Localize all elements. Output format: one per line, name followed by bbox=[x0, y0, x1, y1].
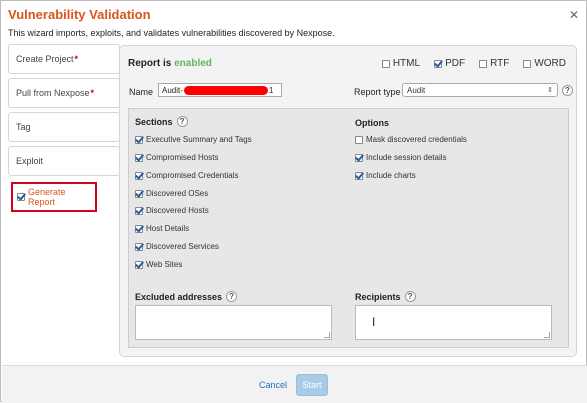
report-status-prefix: Report is bbox=[128, 58, 172, 69]
required-marker: * bbox=[90, 88, 95, 98]
report-settings: Sections ? Executive Summary and Tags Co… bbox=[128, 108, 569, 348]
step-label: Exploit bbox=[16, 156, 44, 166]
section-label: Web Sites bbox=[146, 260, 183, 269]
section-web-sites[interactable]: Web Sites bbox=[135, 260, 182, 269]
checkbox[interactable] bbox=[135, 260, 143, 269]
excluded-addresses-help-icon[interactable]: ? bbox=[226, 291, 238, 302]
format-pdf[interactable]: PDF bbox=[434, 58, 465, 69]
options-title: Options bbox=[355, 118, 389, 128]
format-label: HTML bbox=[392, 58, 421, 69]
format-html-checkbox[interactable] bbox=[381, 59, 390, 68]
cancel-button[interactable]: Cancel bbox=[259, 380, 287, 390]
dialog-title: Vulnerability Validation bbox=[8, 7, 151, 22]
option-label: Include charts bbox=[366, 171, 416, 180]
report-type-label: Report type bbox=[354, 87, 401, 97]
option-mask-credentials[interactable]: Mask discovered credentials bbox=[355, 135, 467, 144]
checkbox[interactable] bbox=[135, 153, 143, 162]
section-label: Executive Summary and Tags bbox=[146, 135, 252, 144]
checkbox[interactable] bbox=[355, 153, 363, 162]
section-discovered-services[interactable]: Discovered Services bbox=[135, 242, 219, 251]
section-label: Compromised Credentials bbox=[146, 171, 239, 180]
step-label: Pull from Nexpose bbox=[16, 88, 90, 98]
text-cursor-icon: I bbox=[372, 315, 376, 329]
close-icon[interactable]: ✕ bbox=[569, 8, 579, 22]
section-compromised-hosts[interactable]: Compromised Hosts bbox=[135, 153, 218, 162]
report-status: Report is enabled bbox=[128, 58, 212, 69]
checkbox[interactable] bbox=[135, 242, 143, 251]
format-word[interactable]: WORD bbox=[523, 58, 566, 69]
report-type-value: Audit bbox=[407, 85, 426, 95]
section-label: Discovered Services bbox=[146, 242, 219, 251]
excluded-addresses-label: Excluded addresses bbox=[135, 291, 223, 302]
step-label: Tag bbox=[16, 122, 31, 132]
excluded-addresses-title: Excluded addresses ? bbox=[135, 291, 238, 302]
format-word-checkbox[interactable] bbox=[523, 59, 532, 68]
checkbox[interactable] bbox=[355, 135, 363, 144]
format-label: RTF bbox=[490, 58, 510, 69]
option-include-charts[interactable]: Include charts bbox=[355, 171, 416, 180]
checkbox[interactable] bbox=[355, 171, 363, 180]
report-status-value: enabled bbox=[174, 58, 212, 69]
name-label: Name bbox=[129, 87, 154, 97]
checkbox[interactable] bbox=[135, 135, 143, 144]
checkbox[interactable] bbox=[135, 206, 143, 215]
name-value-end: 1 bbox=[268, 85, 274, 95]
name-input[interactable]: Audit- 1 bbox=[158, 83, 282, 97]
checkbox[interactable] bbox=[135, 171, 143, 180]
start-button[interactable]: Start bbox=[296, 374, 328, 396]
generate-report-checkbox[interactable] bbox=[17, 193, 25, 201]
section-label: Host Details bbox=[146, 224, 190, 233]
step-generate-report[interactable]: Generate Report bbox=[11, 182, 97, 212]
option-label: Mask discovered credentials bbox=[366, 135, 467, 144]
checkbox[interactable] bbox=[135, 189, 143, 198]
redaction-bar bbox=[183, 85, 268, 95]
dialog-footer: Cancel Start bbox=[2, 365, 587, 403]
format-pdf-checkbox[interactable] bbox=[434, 59, 443, 68]
section-host-details[interactable]: Host Details bbox=[135, 224, 189, 233]
step-label: Generate Report bbox=[28, 187, 66, 207]
excluded-addresses-textarea[interactable] bbox=[135, 305, 332, 340]
report-type-help-icon[interactable]: ? bbox=[562, 85, 573, 96]
step-label: Create Project bbox=[16, 54, 74, 64]
format-options: HTML PDF RTF WORD bbox=[381, 58, 566, 69]
format-label: WORD bbox=[534, 58, 566, 69]
sections-label: Sections bbox=[135, 116, 173, 127]
sections-title: Sections ? bbox=[135, 116, 188, 127]
options-label: Options bbox=[355, 118, 389, 128]
step-exploit[interactable]: Exploit bbox=[8, 146, 120, 176]
report-panel: Report is enabled HTML PDF RTF WORD Name… bbox=[119, 45, 577, 357]
section-discovered-hosts[interactable]: Discovered Hosts bbox=[135, 206, 209, 215]
wizard-steps: Create Project * Pull from Nexpose * Tag E… bbox=[8, 44, 120, 216]
step-create-project[interactable]: Create Project * bbox=[8, 44, 120, 74]
checkbox[interactable] bbox=[135, 224, 143, 233]
option-session-details[interactable]: Include session details bbox=[355, 153, 447, 162]
format-html[interactable]: HTML bbox=[381, 58, 421, 69]
step-pull-from-nexpose[interactable]: Pull from Nexpose * bbox=[8, 78, 120, 108]
format-rtf[interactable]: RTF bbox=[479, 58, 509, 69]
section-label: Discovered Hosts bbox=[146, 206, 209, 215]
format-label: PDF bbox=[445, 58, 466, 69]
format-rtf-checkbox[interactable] bbox=[479, 59, 488, 68]
section-label: Discovered OSes bbox=[146, 189, 209, 198]
section-label: Compromised Hosts bbox=[146, 153, 219, 162]
step-tag[interactable]: Tag bbox=[8, 112, 120, 142]
select-arrows-icon: ⇕ bbox=[547, 87, 553, 94]
recipients-textarea[interactable]: I bbox=[355, 305, 552, 340]
recipients-title: Recipients ? bbox=[355, 291, 416, 302]
sections-help-icon[interactable]: ? bbox=[176, 116, 188, 127]
dialog-subtitle: This wizard imports, exploits, and valid… bbox=[8, 28, 335, 38]
section-compromised-credentials[interactable]: Compromised Credentials bbox=[135, 171, 238, 180]
wizard-dialog: Vulnerability Validation ✕ This wizard i… bbox=[0, 0, 587, 403]
report-type-select[interactable]: Audit ⇕ bbox=[402, 83, 558, 97]
name-value-start: Audit- bbox=[162, 85, 183, 95]
recipients-label: Recipients bbox=[355, 291, 401, 302]
section-discovered-oses[interactable]: Discovered OSes bbox=[135, 189, 208, 198]
recipients-help-icon[interactable]: ? bbox=[404, 291, 416, 302]
option-label: Include session details bbox=[366, 153, 447, 162]
section-executive-summary[interactable]: Executive Summary and Tags bbox=[135, 135, 252, 144]
required-marker: * bbox=[74, 54, 79, 64]
